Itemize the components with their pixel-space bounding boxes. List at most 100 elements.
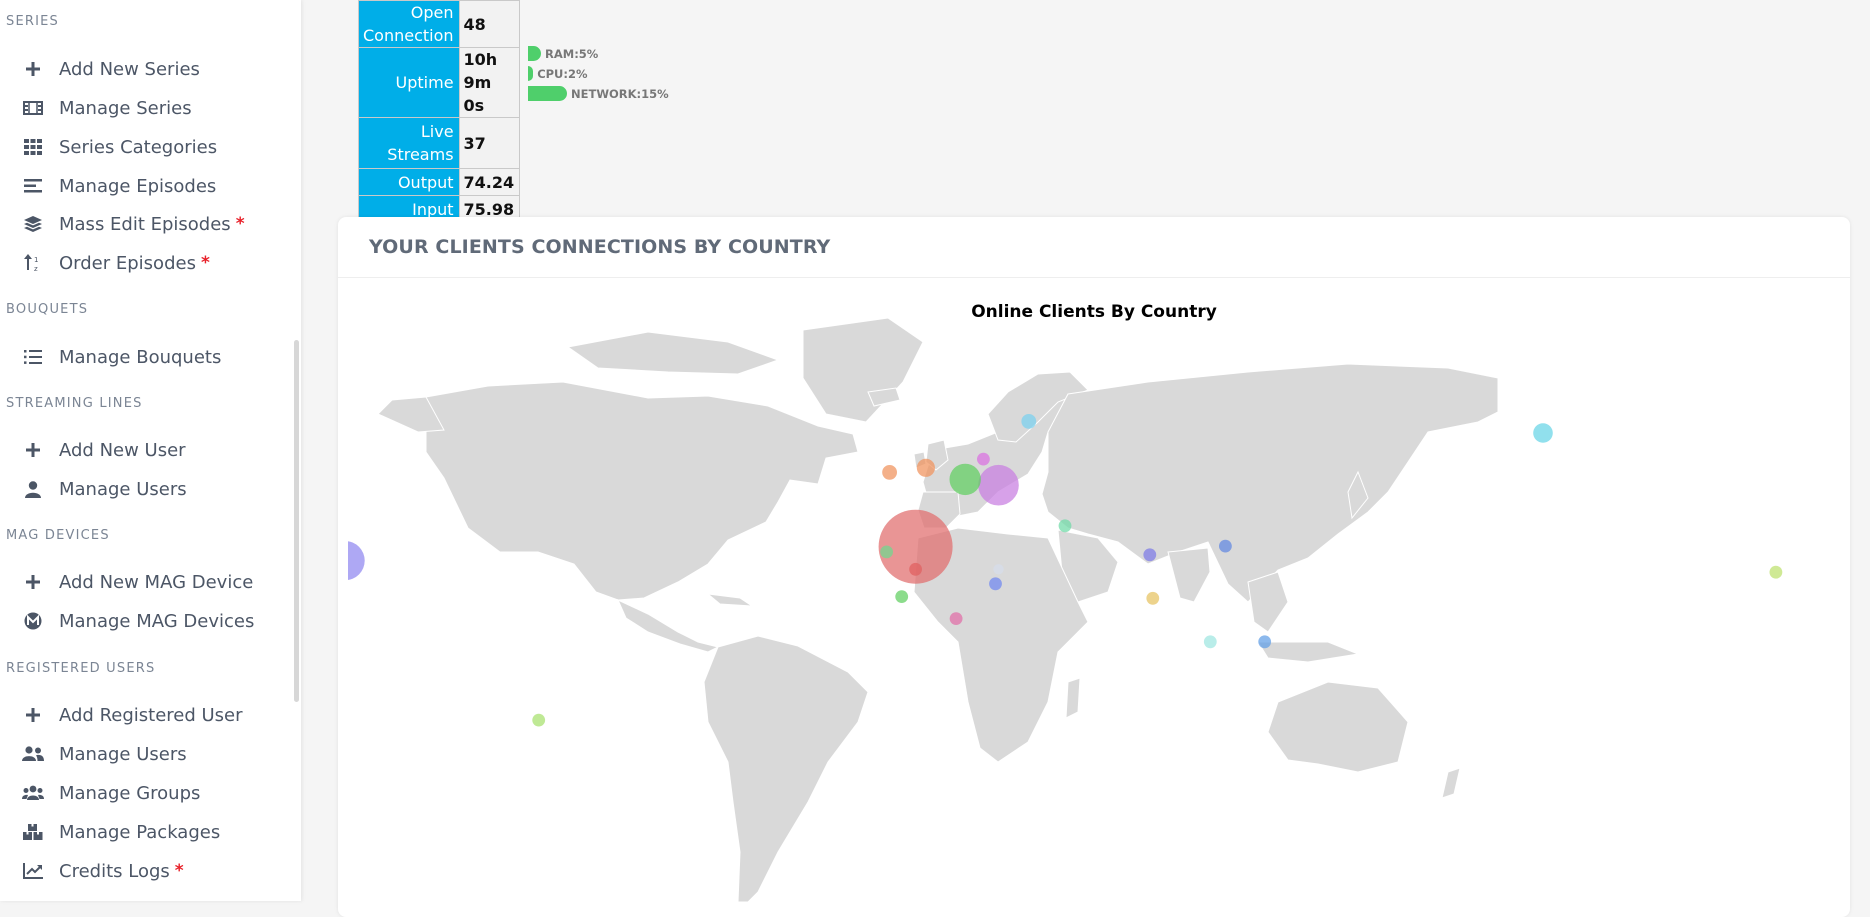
sidebar-item-manage-users[interactable]: Manage Users [0, 736, 290, 772]
server-stats-table: Open Connection 48 Uptime 10h 9m 0s Live… [358, 0, 520, 223]
sidebar-item-label: Manage Episodes [59, 175, 217, 197]
country-bubble[interactable] [882, 465, 897, 480]
southeast-asia-shape [1247, 571, 1289, 633]
sidebar-section-title: SERIES [6, 14, 59, 29]
sidebar-item-label: Manage Users [59, 478, 187, 500]
group-icon [22, 783, 44, 803]
indonesia-shape [1257, 641, 1360, 663]
cpu-usage-fill [528, 66, 534, 81]
country-bubble[interactable] [1146, 591, 1160, 605]
plus-icon [22, 572, 44, 592]
sidebar-item-label: Order Episodes [59, 252, 196, 274]
country-bubble[interactable] [880, 545, 893, 559]
sidebar-item-credits-logs[interactable]: Credits Logs * [0, 853, 290, 889]
plus-icon [22, 705, 44, 725]
country-bubble[interactable] [1058, 519, 1072, 533]
sidebar-section-title: REGISTERED USERS [6, 661, 156, 676]
sidebar-item-label: Mass Edit Episodes [59, 213, 231, 235]
country-bubble[interactable] [949, 612, 963, 625]
sidebar-item-add-registered-user[interactable]: Add Registered User [0, 697, 290, 733]
sidebar-item-add-new-mag-device[interactable]: Add New MAG Device [0, 564, 290, 600]
country-bubble[interactable] [895, 590, 909, 603]
sort-icon: 1z [22, 253, 44, 273]
sidebar-item-add-new-user[interactable]: Add New User [0, 432, 290, 468]
country-bubble[interactable] [325, 541, 365, 581]
north-america-shape [425, 381, 859, 601]
stat-key: Uptime [358, 47, 460, 118]
svg-text:1: 1 [34, 256, 38, 264]
boxes-icon [22, 822, 44, 842]
sidebar-section-title: BOUQUETS [6, 302, 89, 317]
sidebar-scrollbar[interactable] [294, 340, 299, 702]
new-zealand-shape [1441, 767, 1461, 799]
australia-shape [1267, 681, 1409, 773]
sidebar-item-manage-bouquets[interactable]: Manage Bouquets [0, 339, 290, 375]
country-bubble[interactable] [1143, 548, 1157, 562]
world-map-chart[interactable]: Online Clients By Country [288, 302, 1840, 903]
stat-value: 74.24 [458, 168, 520, 196]
country-bubble[interactable] [1021, 414, 1037, 429]
sidebar-section-title: MAG DEVICES [6, 528, 110, 543]
sidebar-item-manage-episodes[interactable]: Manage Episodes [0, 168, 290, 204]
sidebar-item-label: Credits Logs [59, 860, 170, 882]
chart-line-icon [22, 861, 44, 881]
india-shape [1167, 547, 1211, 603]
sidebar-section-title: STREAMING LINES [6, 396, 143, 411]
country-bubble[interactable] [909, 562, 922, 576]
network-usage-bar: NETWORK:15% [528, 85, 669, 102]
stat-key: Live Streams [358, 117, 460, 169]
required-marker: * [200, 253, 210, 273]
sidebar-item-order-episodes[interactable]: 1 z Order Episodes * [0, 245, 290, 281]
stat-value: 37 [458, 117, 520, 169]
sidebar-item-mass-edit-episodes[interactable]: Mass Edit Episodes * [0, 206, 290, 242]
sidebar-item-label: Add New Series [59, 58, 200, 80]
layers-icon [22, 214, 44, 234]
central-america-shape [617, 598, 720, 653]
stat-value: 48 [458, 0, 520, 48]
madagascar-shape [1065, 677, 1081, 719]
country-bubble[interactable] [916, 458, 936, 477]
country-bubble[interactable] [1769, 565, 1783, 579]
grid-icon [22, 137, 44, 157]
users-icon [22, 744, 44, 764]
country-connections-card: YOUR CLIENTS CONNECTIONS BY COUNTRY Onli… [288, 217, 1850, 917]
list-icon [22, 347, 44, 367]
country-bubble[interactable] [1533, 423, 1553, 443]
sidebar-item-manage-packages[interactable]: Manage Packages [0, 814, 290, 850]
sidebar-item-label: Manage Users [59, 743, 187, 765]
sidebar-item-label: Manage Series [59, 97, 192, 119]
country-bubble[interactable] [977, 452, 990, 466]
landmass-layer [377, 317, 1499, 903]
sidebar-item-manage-mag-devices[interactable]: Manage MAG Devices [0, 603, 290, 639]
country-bubble[interactable] [532, 713, 546, 727]
country-bubble[interactable] [1258, 635, 1272, 649]
country-bubble[interactable] [993, 564, 1004, 575]
chart-title: Online Clients By Country [971, 302, 1217, 322]
cpu-usage-bar: CPU:2% [528, 65, 588, 82]
country-bubble[interactable] [978, 464, 1019, 506]
plus-icon [22, 59, 44, 79]
ram-usage-label: RAM:5% [545, 46, 599, 61]
cpu-usage-label: CPU:2% [537, 66, 588, 81]
required-marker: * [174, 861, 184, 881]
country-bubble[interactable] [1203, 635, 1217, 649]
network-usage-label: NETWORK:15% [571, 86, 669, 101]
country-bubble[interactable] [989, 577, 1002, 591]
sidebar-item-label: Manage Groups [59, 782, 201, 804]
stat-key: Open Connection [358, 0, 460, 48]
sidebar-item-add-new-series[interactable]: Add New Series [0, 51, 290, 87]
svg-text:z: z [34, 265, 38, 272]
stat-row-uptime: Uptime 10h 9m 0s [358, 47, 520, 118]
sidebar-item-manage-users[interactable]: Manage Users [0, 471, 290, 507]
world-map-svg [288, 317, 1783, 903]
arctic-islands-shape [566, 331, 780, 375]
sidebar-item-label: Add New MAG Device [59, 571, 254, 593]
sidebar-item-series-categories[interactable]: Series Categories [0, 129, 290, 165]
country-bubble[interactable] [1219, 539, 1232, 553]
sidebar-item-label: Series Categories [59, 136, 218, 158]
sidebar-item-label: Manage Packages [59, 821, 221, 843]
sidebar-item-manage-groups[interactable]: Manage Groups [0, 775, 290, 811]
sidebar-item-manage-series[interactable]: Manage Series [0, 90, 290, 126]
ram-usage-bar: RAM:5% [528, 45, 598, 62]
country-bubble[interactable] [949, 463, 981, 496]
